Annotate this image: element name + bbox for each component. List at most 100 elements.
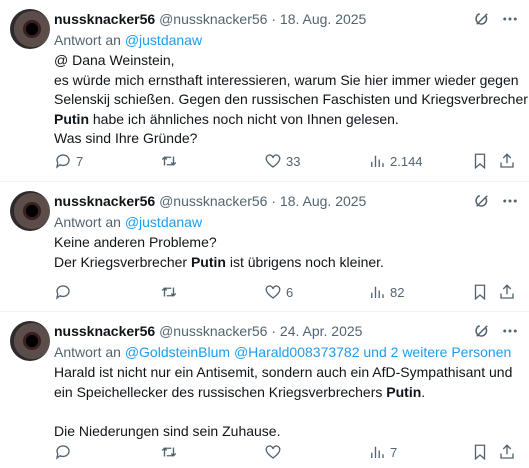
- tweet-header: nussknacker56 @nussknacker56 · 24. Apr. …: [54, 322, 362, 340]
- bold-mention: Putin: [54, 110, 89, 127]
- text-line: es würde mich ernsthaft interessieren, w…: [54, 71, 519, 88]
- reply-prefix: Antwort an: [54, 32, 121, 48]
- avatar[interactable]: [10, 191, 50, 231]
- views-count: 7: [390, 444, 398, 460]
- bookmark-button[interactable]: [471, 152, 489, 170]
- grok-icon[interactable]: [473, 10, 491, 28]
- bookmark-button[interactable]: [471, 283, 489, 301]
- separator: ·: [267, 193, 280, 209]
- share-button[interactable]: [498, 443, 516, 461]
- action-bar: 6 82: [54, 283, 519, 303]
- more-icon[interactable]: [501, 10, 519, 28]
- handle[interactable]: @nussknacker56: [159, 11, 267, 27]
- tweet-text: Keine anderen Probleme? Der Kriegsverbre…: [54, 233, 524, 272]
- views-button[interactable]: 82: [368, 283, 404, 301]
- text-line: Harald ist nicht nur ein Antisemit, sond…: [54, 364, 513, 380]
- like-button[interactable]: 6: [264, 283, 293, 301]
- text-span: ist übrigens noch kleiner.: [225, 253, 384, 270]
- reply-button[interactable]: [54, 283, 76, 301]
- bold-mention: Putin: [190, 253, 226, 270]
- views-icon: [371, 286, 384, 298]
- avatar[interactable]: [10, 9, 50, 49]
- display-name[interactable]: nussknacker56: [54, 193, 155, 209]
- reply-count: 7: [76, 153, 84, 169]
- text-span: ein Speichellecker des russischen Kriegs…: [54, 383, 387, 400]
- bookmark-button[interactable]: [471, 443, 489, 461]
- text-line: ein Speichellecker des russischen Kriegs…: [54, 383, 524, 403]
- views-icon: [371, 446, 384, 458]
- bookmark-icon: [474, 444, 486, 461]
- action-bar: 7 33 2.144: [54, 152, 519, 172]
- more-icon[interactable]: [501, 192, 519, 210]
- tweet-header: nussknacker56 @nussknacker56 · 18. Aug. …: [54, 192, 366, 210]
- bold-mention: Putin: [386, 383, 422, 400]
- separator: ·: [267, 323, 280, 339]
- share-button[interactable]: [498, 152, 516, 170]
- views-icon: [371, 155, 384, 167]
- avatar[interactable]: [10, 321, 50, 361]
- text-line: Keine anderen Probleme?: [54, 234, 217, 250]
- repost-button[interactable]: [160, 443, 182, 461]
- action-bar: 7: [54, 443, 519, 463]
- text-line: Der Kriegsverbrecher Putin ist übrigens …: [54, 253, 524, 273]
- text-span: Der Kriegsverbrecher: [54, 253, 191, 270]
- bookmark-icon: [474, 153, 486, 170]
- reply-context: Antwort an @GoldsteinBlum @Harald0083737…: [54, 343, 511, 361]
- share-button[interactable]: [498, 283, 516, 301]
- repost-icon: [161, 447, 177, 457]
- separator: ·: [267, 11, 280, 27]
- reply-button[interactable]: 7: [54, 152, 83, 170]
- like-button[interactable]: 33: [264, 152, 300, 170]
- text-line: Putin habe ich ähnliches noch nicht von …: [54, 110, 524, 130]
- reply-icon: [55, 154, 70, 169]
- reply-context: Antwort an @justdanaw: [54, 31, 202, 49]
- grok-icon[interactable]: [473, 322, 491, 340]
- timestamp[interactable]: 18. Aug. 2025: [280, 11, 366, 27]
- repost-icon: [161, 156, 177, 166]
- repost-button[interactable]: [160, 283, 182, 301]
- tweet-text: @ Dana Weinstein, es würde mich ernsthaf…: [54, 51, 528, 149]
- like-button[interactable]: [264, 443, 286, 461]
- text-line: Die Niederungen sind sein Zuhause.: [54, 422, 281, 439]
- reply-to-link[interactable]: @GoldsteinBlum @Harald008373782 und 2 we…: [125, 344, 511, 360]
- reply-button[interactable]: [54, 443, 76, 461]
- text-line: Selenskij schießen. Gegen den russischen…: [54, 91, 528, 107]
- text-line: Was sind Ihre Gründe?: [54, 130, 198, 146]
- reply-context: Antwort an @justdanaw: [54, 213, 202, 231]
- more-icon[interactable]: [501, 322, 519, 340]
- views-count: 2.144: [390, 153, 423, 169]
- tweet[interactable]: nussknacker56 @nussknacker56 · 24. Apr. …: [0, 312, 529, 468]
- text-span: .: [421, 383, 426, 400]
- share-icon: [500, 153, 514, 168]
- views-count: 82: [390, 284, 405, 300]
- reply-to-link[interactable]: @justdanaw: [125, 214, 202, 230]
- reply-icon: [55, 285, 70, 300]
- reply-icon: [55, 445, 70, 460]
- like-count: 33: [286, 153, 301, 169]
- tweet-text: Harald ist nicht nur ein Antisemit, sond…: [54, 363, 524, 441]
- repost-button[interactable]: [160, 152, 182, 170]
- like-count: 6: [286, 284, 294, 300]
- like-icon: [265, 285, 281, 299]
- share-icon: [500, 444, 514, 459]
- reply-prefix: Antwort an: [54, 214, 121, 230]
- tweet[interactable]: nussknacker56 @nussknacker56 · 18. Aug. …: [0, 0, 529, 182]
- like-icon: [265, 445, 281, 459]
- share-icon: [500, 284, 514, 299]
- reply-prefix: Antwort an: [54, 344, 121, 360]
- views-button[interactable]: 7: [368, 443, 397, 461]
- timestamp[interactable]: 24. Apr. 2025: [280, 323, 363, 339]
- handle[interactable]: @nussknacker56: [159, 193, 267, 209]
- tweet-header: nussknacker56 @nussknacker56 · 18. Aug. …: [54, 10, 366, 28]
- grok-icon[interactable]: [473, 192, 491, 210]
- display-name[interactable]: nussknacker56: [54, 323, 155, 339]
- bookmark-icon: [474, 284, 486, 301]
- views-button[interactable]: 2.144: [368, 152, 423, 170]
- timestamp[interactable]: 18. Aug. 2025: [280, 193, 366, 209]
- text-span: habe ich ähnliches noch nicht von Ihnen …: [89, 110, 399, 127]
- tweet[interactable]: nussknacker56 @nussknacker56 · 18. Aug. …: [0, 182, 529, 312]
- handle[interactable]: @nussknacker56: [159, 323, 267, 339]
- display-name[interactable]: nussknacker56: [54, 11, 155, 27]
- reply-to-link[interactable]: @justdanaw: [125, 32, 202, 48]
